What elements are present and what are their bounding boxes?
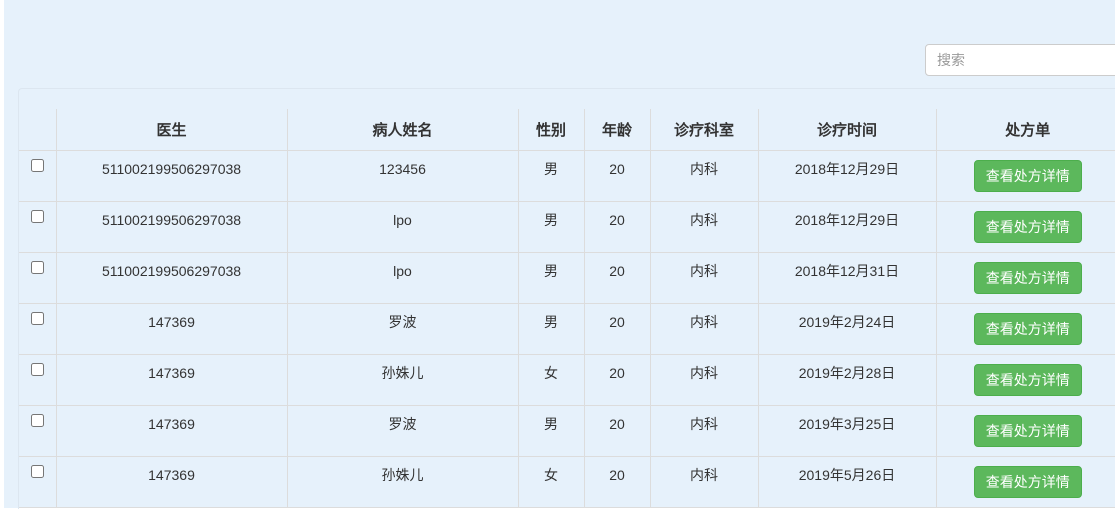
view-prescription-button[interactable]: 查看处方详情 — [973, 363, 1082, 396]
cell-patient-name: 孙姝儿 — [286, 354, 518, 406]
cell-patient-name: 罗波 — [286, 303, 518, 355]
table-row: 147369 罗波男 20 内科 2019年3月25日 查看处方详情 — [19, 405, 1115, 457]
cell-visit-time: 2019年3月25日 — [757, 405, 936, 457]
cell-age: 20 — [583, 405, 650, 457]
cell-prescription: 查看处方详情 — [935, 303, 1115, 355]
row-checkbox[interactable] — [30, 464, 44, 478]
cell-department: 内科 — [649, 354, 758, 406]
cell-gender: 男 — [517, 252, 584, 304]
cell-prescription: 查看处方详情 — [935, 405, 1115, 457]
cell-patient-name: 孙姝儿 — [286, 456, 518, 508]
cell-gender: 男 — [517, 201, 584, 253]
cell-age: 20 — [583, 150, 650, 202]
cell-department: 内科 — [649, 456, 758, 508]
cell-patient-name: lpo — [286, 201, 518, 253]
table-row: 147369 孙姝儿女 20 内科 2019年5月26日 查看处方详情 — [19, 456, 1115, 508]
view-prescription-button[interactable]: 查看处方详情 — [973, 159, 1082, 192]
view-prescription-button[interactable]: 查看处方详情 — [973, 465, 1082, 498]
cell-visit-time: 2019年2月28日 — [757, 354, 936, 406]
cell-department: 内科 — [649, 405, 758, 457]
table-row: 147369 孙姝儿女 20 内科 2019年2月28日 查看处方详情 — [19, 354, 1115, 406]
row-checkbox[interactable] — [30, 311, 44, 325]
cell-prescription: 查看处方详情 — [935, 354, 1115, 406]
search-input[interactable] — [925, 44, 1115, 76]
cell-gender: 女 — [517, 354, 584, 406]
view-prescription-button[interactable]: 查看处方详情 — [973, 414, 1082, 447]
cell-doctor: 147369 — [55, 405, 287, 457]
cell-prescription: 查看处方详情 — [935, 456, 1115, 508]
header-doctor[interactable]: 医生 — [55, 109, 287, 151]
cell-gender: 女 — [517, 456, 584, 508]
view-prescription-button[interactable]: 查看处方详情 — [973, 312, 1082, 345]
view-prescription-button[interactable]: 查看处方详情 — [973, 261, 1082, 294]
row-select-cell — [19, 456, 56, 508]
header-department[interactable]: 诊疗科室 — [649, 109, 758, 151]
table-row: 511002199506297038 123456 男 20 内科 2018年12月29日… — [19, 150, 1115, 202]
cell-prescription: 查看处方详情 — [935, 150, 1115, 202]
cell-doctor: 147369 — [55, 354, 287, 406]
cell-department: 内科 — [649, 201, 758, 253]
table-header-row: 医生 病人姓名 性别 年龄 诊疗科室 诊疗时间 处方单 — [19, 109, 1115, 151]
cell-age: 20 — [583, 252, 650, 304]
table-row: 511002199506297038 lpo 男 20 内科 2018年12月29日 查看处… — [19, 201, 1115, 253]
cell-patient-name: 罗波 — [286, 405, 518, 457]
cell-visit-time: 2019年2月24日 — [757, 303, 936, 355]
row-select-cell — [19, 354, 56, 406]
prescription-table-container: 医生 病人姓名 性别 年龄 诊疗科室 诊疗时间 处方单 511002199506… — [18, 88, 1115, 509]
row-checkbox[interactable] — [30, 362, 44, 376]
row-checkbox[interactable] — [30, 260, 44, 274]
cell-doctor: 147369 — [55, 456, 287, 508]
cell-doctor: 511002199506297038 — [55, 201, 287, 253]
cell-age: 20 — [583, 201, 650, 253]
cell-department: 内科 — [649, 150, 758, 202]
cell-doctor: 511002199506297038 — [55, 150, 287, 202]
row-checkbox[interactable] — [30, 209, 44, 223]
cell-gender: 男 — [517, 303, 584, 355]
row-checkbox[interactable] — [30, 413, 44, 427]
cell-visit-time: 2018年12月29日 — [757, 150, 936, 202]
cell-department: 内科 — [649, 252, 758, 304]
cell-age: 20 — [583, 303, 650, 355]
cell-visit-time: 2018年12月31日 — [757, 252, 936, 304]
table-body: 511002199506297038 123456 男 20 内科 2018年12月29日… — [19, 150, 1115, 508]
cell-doctor: 147369 — [55, 303, 287, 355]
cell-age: 20 — [583, 354, 650, 406]
row-select-cell — [19, 405, 56, 457]
row-select-cell — [19, 201, 56, 253]
row-select-cell — [19, 303, 56, 355]
cell-age: 20 — [583, 456, 650, 508]
header-age[interactable]: 年龄 — [583, 109, 650, 151]
prescription-table: 医生 病人姓名 性别 年龄 诊疗科室 诊疗时间 处方单 511002199506… — [19, 109, 1115, 508]
cell-patient-name: lpo — [286, 252, 518, 304]
cell-gender: 男 — [517, 150, 584, 202]
row-select-cell — [19, 150, 56, 202]
row-select-cell — [19, 252, 56, 304]
cell-department: 内科 — [649, 303, 758, 355]
header-select — [19, 109, 56, 151]
cell-visit-time: 2018年12月29日 — [757, 201, 936, 253]
cell-patient-name: 123456 — [286, 150, 518, 202]
cell-doctor: 511002199506297038 — [55, 252, 287, 304]
header-prescription: 处方单 — [935, 109, 1115, 151]
cell-visit-time: 2019年5月26日 — [757, 456, 936, 508]
cell-gender: 男 — [517, 405, 584, 457]
header-visit-time[interactable]: 诊疗时间 — [757, 109, 936, 151]
row-checkbox[interactable] — [30, 158, 44, 172]
header-gender[interactable]: 性别 — [517, 109, 584, 151]
view-prescription-button[interactable]: 查看处方详情 — [973, 210, 1082, 243]
header-patient-name[interactable]: 病人姓名 — [286, 109, 518, 151]
table-row: 511002199506297038 lpo 男 20 内科 2018年12月31日 查看处… — [19, 252, 1115, 304]
table-row: 147369 罗波男 20 内科 2019年2月24日 查看处方详情 — [19, 303, 1115, 355]
cell-prescription: 查看处方详情 — [935, 252, 1115, 304]
cell-prescription: 查看处方详情 — [935, 201, 1115, 253]
